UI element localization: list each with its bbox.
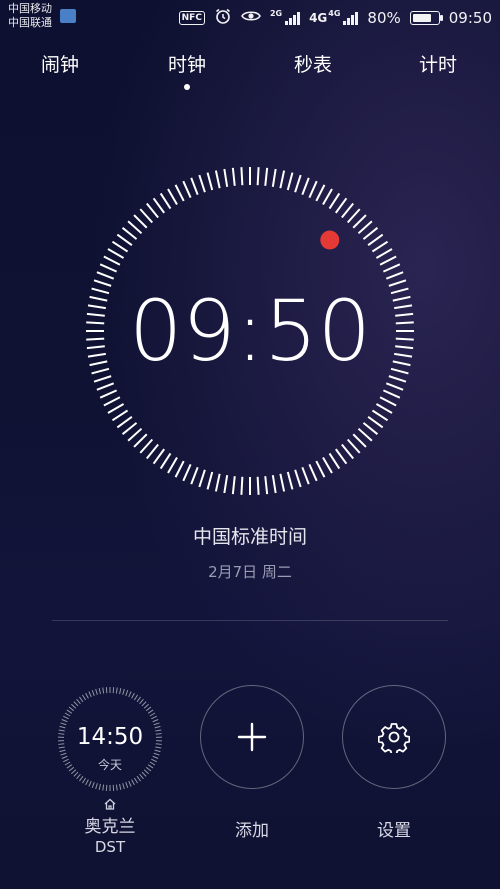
- net-type-3: 4G: [328, 9, 341, 18]
- timezone-label: 中国标准时间: [192, 526, 307, 548]
- date-label: 2月7日 周二: [208, 563, 292, 581]
- nfc-icon: NFC: [178, 11, 205, 25]
- dial-tick: [115, 687, 118, 694]
- dial-tick: [66, 709, 73, 714]
- dial-tick: [95, 783, 98, 790]
- dial-tick: [68, 706, 75, 712]
- net-type-2: 4G: [309, 11, 328, 25]
- dial-tick: [91, 782, 95, 789]
- dial-tick: [76, 773, 81, 780]
- dial-tick: [76, 698, 81, 705]
- dial-tick: [102, 687, 105, 694]
- dial-tick: [145, 706, 152, 712]
- battery-icon: [409, 11, 443, 25]
- dial-tick: [102, 784, 105, 791]
- dial-tick: [88, 691, 92, 698]
- divider: [52, 620, 448, 621]
- dial-tick: [79, 696, 84, 703]
- gear-icon: [378, 723, 410, 753]
- dial-tick: [153, 752, 160, 756]
- dial-tick: [136, 696, 141, 703]
- dial-tick: [152, 719, 159, 723]
- dial-tick: [88, 780, 92, 787]
- dial-tick: [82, 694, 87, 701]
- status-icons: NFC 2G 4G 4G 80% 09:50: [178, 7, 492, 29]
- dial-tick: [131, 779, 135, 786]
- dial-tick: [133, 694, 138, 701]
- dial-tick: [61, 719, 68, 723]
- signal-icon-2: 4G 4G: [309, 9, 359, 25]
- dial-tick: [59, 749, 66, 753]
- alarm-icon: [214, 7, 232, 29]
- dial-tick: [125, 689, 129, 696]
- dial-tick: [143, 703, 149, 709]
- plus-icon: [237, 722, 267, 752]
- world-clock-time: 14:50: [76, 724, 144, 750]
- dial-tick: [73, 701, 79, 707]
- carrier-1: 中国移动: [8, 2, 52, 15]
- eye-comfort-icon: [241, 9, 261, 27]
- settings-label: 设置: [377, 821, 411, 841]
- add-city-button[interactable]: [200, 685, 304, 789]
- tab-clock[interactable]: 时钟: [168, 50, 206, 77]
- dial-tick: [82, 777, 87, 784]
- signal-icon: 2G: [269, 9, 301, 25]
- dial-tick: [128, 691, 132, 698]
- dial-tick: [95, 688, 98, 695]
- dial-tick: [139, 773, 144, 780]
- dial-tick: [147, 709, 154, 714]
- tab-alarm[interactable]: 闹钟: [41, 50, 79, 77]
- carrier-names: 中国移动 中国联通: [8, 2, 52, 30]
- dial-tick: [141, 701, 147, 707]
- add-label: 添加: [235, 821, 269, 841]
- dial-tick: [131, 692, 135, 699]
- tab-stopwatch[interactable]: 秒表: [294, 50, 332, 77]
- dial-tick: [139, 698, 144, 705]
- dial-tick: [115, 784, 118, 791]
- main-clock-time: 09:50: [128, 282, 372, 380]
- dial-tick: [151, 715, 157, 720]
- dial-tick: [136, 775, 141, 782]
- dial-tick: [85, 692, 89, 699]
- dial-tick: [60, 752, 67, 756]
- tab-timer[interactable]: 计时: [419, 50, 457, 77]
- dial-tick: [119, 783, 122, 790]
- dial-tick: [91, 689, 95, 696]
- dial-tick: [122, 783, 125, 790]
- world-clock-city: 奥克兰: [84, 817, 136, 837]
- dial-tick: [63, 715, 69, 720]
- dial-tick: [122, 688, 125, 695]
- status-time: 09:50: [448, 9, 492, 27]
- world-clock-day: 今天: [97, 758, 122, 772]
- dial-tick: [128, 780, 132, 787]
- active-tab-indicator: [184, 84, 190, 90]
- main-clock-dial: 09:50: [85, 166, 415, 496]
- world-clock-dst: DST: [94, 838, 126, 856]
- dial-tick: [119, 688, 122, 695]
- status-bar: 中国移动 中国联通 NFC 2G 4G 4G 80% 09:50: [0, 0, 500, 36]
- dial-tick: [79, 775, 84, 782]
- carrier-2: 中国联通: [8, 16, 52, 29]
- settings-button[interactable]: [342, 685, 446, 789]
- world-clock-auckland[interactable]: 14:50 今天: [57, 686, 163, 792]
- battery-percent: 80%: [367, 9, 401, 27]
- home-icon: [104, 798, 116, 810]
- carrier-app-icon: [60, 9, 76, 23]
- net-type-1: 2G: [269, 9, 283, 18]
- dial-tick: [98, 783, 101, 790]
- dial-tick: [71, 703, 77, 709]
- dial-tick: [98, 688, 101, 695]
- tab-bar: 闹钟 时钟 秒表 计时: [0, 50, 500, 100]
- dial-tick: [133, 777, 138, 784]
- dial-tick: [85, 779, 89, 786]
- dial-tick: [149, 712, 156, 717]
- dial-tick: [64, 712, 71, 717]
- dial-tick: [154, 749, 161, 753]
- dial-tick: [125, 782, 129, 789]
